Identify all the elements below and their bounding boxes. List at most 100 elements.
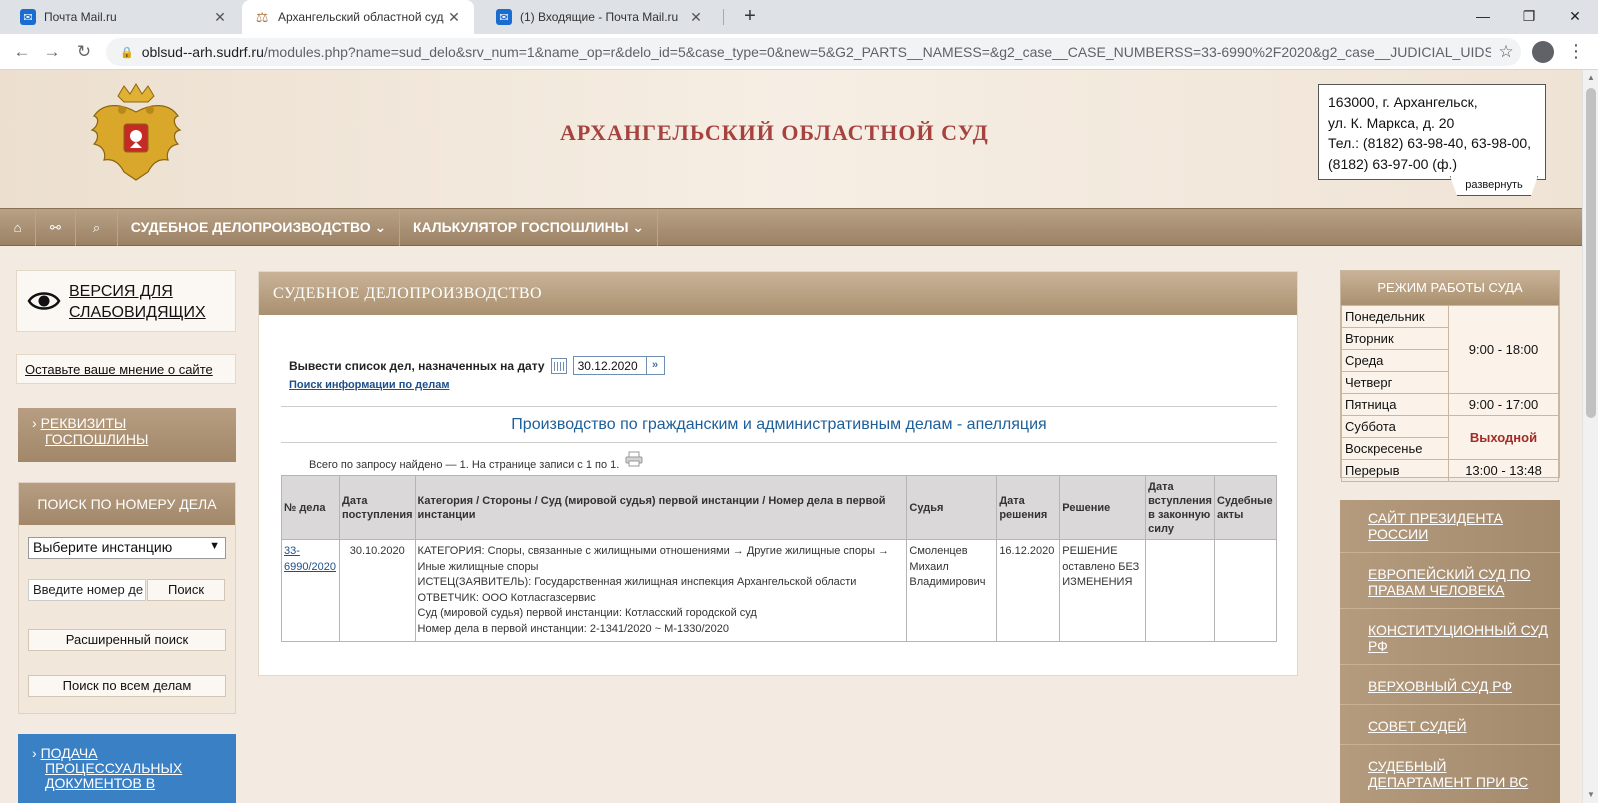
- case-number-link[interactable]: 33-6990/2020: [281, 539, 340, 642]
- back-button[interactable]: ←: [10, 40, 34, 64]
- search-icon[interactable]: ⌕: [76, 209, 118, 246]
- friday-hours: 9:00 - 17:00: [1448, 393, 1559, 416]
- nav-fee-calculator[interactable]: КАЛЬКУЛЯТОР ГОСПОШЛИНЫ ⌄: [400, 209, 658, 246]
- column-header: Категория / Стороны / Суд (мировой судья…: [414, 475, 908, 540]
- link-president[interactable]: САЙТ ПРЕЗИДЕНТА РОССИИ: [1368, 510, 1548, 542]
- divider: [1340, 744, 1560, 745]
- tab-title: Архангельский областной суд: [278, 10, 444, 24]
- weekday-hours: 9:00 - 18:00: [1448, 305, 1559, 394]
- tab-mail[interactable]: ✉ Почта Mail.ru ✕: [8, 0, 240, 34]
- page-scrollbar[interactable]: ▲ ▼: [1582, 70, 1598, 803]
- main-navigation: ⌂ ⚯ ⌕ СУДЕБНОЕ ДЕЛОПРОИЗВОДСТВО ⌄ КАЛЬКУ…: [0, 208, 1582, 246]
- page-viewport: АРХАНГЕЛЬСКИЙ ОБЛАСТНОЙ СУД 163000, г. А…: [0, 70, 1582, 803]
- schedule-row: Пятница 9:00 - 17:00: [1341, 393, 1559, 416]
- case-info-search-link[interactable]: Поиск информации по делам: [289, 379, 449, 391]
- column-header: Решение: [1059, 475, 1147, 540]
- link-echr[interactable]: ЕВРОПЕЙСКИЙ СУД ПО ПРАВАМ ЧЕЛОВЕКА: [1368, 566, 1548, 598]
- submit-documents-line: › ПОДАЧА: [32, 745, 98, 761]
- search-all-cases-button[interactable]: Поиск по всем делам: [28, 675, 226, 697]
- menu-kebab-icon[interactable]: ⋮: [1566, 40, 1586, 62]
- lock-icon: 🔒: [120, 46, 134, 59]
- tab-title: (1) Входящие - Почта Mail.ru: [520, 10, 679, 24]
- column-header: № дела: [281, 475, 340, 540]
- case-number-input[interactable]: Введите номер де: [28, 579, 146, 601]
- address-line: ул. К. Маркса, д. 20: [1328, 114, 1455, 131]
- break-hours: 13:00 - 13:48: [1448, 459, 1559, 482]
- close-icon[interactable]: ✕: [688, 9, 704, 26]
- profile-avatar-icon[interactable]: [1532, 41, 1554, 63]
- schedule-row: Суббота Выходной: [1341, 415, 1559, 460]
- received-date: 30.10.2020: [338, 539, 416, 642]
- divider: [1340, 608, 1560, 609]
- decision-text: РЕШЕНИЕ оставлено БЕЗ ИЗМЕНЕНИЯ: [1059, 539, 1147, 642]
- judge-name: Смоленцев Михаил Владимирович: [906, 539, 998, 642]
- effective-date: [1145, 539, 1215, 642]
- mail-icon: ✉: [496, 9, 512, 25]
- cases-table: № дела Дата поступления Категория / Стор…: [281, 475, 1278, 642]
- schedule-row: Понедельник 9:00 - 18:00: [1341, 305, 1559, 394]
- schedule-row: Перерыв 13:00 - 13:48: [1341, 459, 1559, 482]
- home-icon[interactable]: ⌂: [0, 209, 36, 246]
- weekend-status: Выходной: [1448, 415, 1559, 460]
- fee-requisites-text: РЕКВИЗИТЫ: [40, 415, 127, 431]
- scroll-up-icon[interactable]: ▲: [1583, 70, 1598, 86]
- bookmark-star-icon[interactable]: ☆: [1491, 42, 1521, 62]
- new-tab-button[interactable]: +: [738, 5, 762, 29]
- sitemap-icon[interactable]: ⚯: [36, 209, 76, 246]
- case-detail-line: ИСТЕЦ(ЗАЯВИТЕЛЬ): Государственная жилищн…: [417, 576, 857, 588]
- advanced-search-button[interactable]: Расширенный поиск: [28, 629, 226, 651]
- court-title: АРХАНГЕЛЬСКИЙ ОБЛАСТНОЙ СУД: [560, 120, 989, 145]
- print-icon[interactable]: [625, 451, 643, 467]
- scrollbar-thumb[interactable]: [1586, 88, 1596, 418]
- column-header: Дата поступления: [338, 475, 416, 540]
- day-label: Перерыв: [1341, 459, 1449, 482]
- scroll-down-icon[interactable]: ▼: [1583, 787, 1598, 803]
- expand-contacts-button[interactable]: развернуть: [1450, 176, 1538, 196]
- case-search-button[interactable]: Поиск: [147, 579, 225, 601]
- close-icon[interactable]: ✕: [212, 9, 228, 26]
- case-number-search-panel: ПОИСК ПО НОМЕРУ ДЕЛА Выберите инстанцию …: [18, 482, 236, 714]
- link-judicial-department[interactable]: СУДЕБНЫЙ ДЕПАРТАМЕНТ ПРИ ВС: [1368, 758, 1548, 790]
- tab-court[interactable]: ⚖ Архангельский областной суд ✕: [242, 0, 474, 34]
- url-path: /modules.php?name=sud_delo&srv_num=1&nam…: [263, 44, 1491, 60]
- submit-documents-text: ПРОЦЕССУАЛЬНЫХ: [45, 760, 183, 776]
- day-label: Вторник: [1341, 327, 1449, 350]
- submit-documents-link[interactable]: › ПОДАЧА ПРОЦЕССУАЛЬНЫХ ДОКУМЕНТОВ В: [18, 734, 236, 803]
- results-count: Всего по запросу найдено — 1. На страниц…: [309, 459, 620, 471]
- tab-separator: [723, 9, 724, 25]
- low-vision-version-button[interactable]: ВЕРСИЯ ДЛЯ СЛАБОВИДЯЩИХ: [16, 270, 236, 332]
- calendar-icon[interactable]: [550, 357, 567, 374]
- minimize-button[interactable]: —: [1460, 0, 1506, 34]
- submit-documents-line: ДОКУМЕНТОВ В: [32, 776, 228, 791]
- maximize-button[interactable]: ❐: [1506, 0, 1552, 34]
- close-window-button[interactable]: ✕: [1552, 0, 1598, 34]
- nav-court-proceedings[interactable]: СУДЕБНОЕ ДЕЛОПРОИЗВОДСТВО ⌄: [118, 209, 400, 246]
- submit-documents-line: ПРОЦЕССУАЛЬНЫХ: [32, 761, 228, 776]
- url-host: oblsud--arh.sudrf.ru: [141, 44, 264, 60]
- link-constitutional-court[interactable]: КОНСТИТУЦИОННЫЙ СУД РФ: [1368, 622, 1548, 654]
- address-bar: ← → ↻ 🔒 oblsud--arh.sudrf.ru/modules.php…: [0, 34, 1598, 70]
- feedback-link[interactable]: Оставьте ваше мнение о сайте: [16, 354, 236, 384]
- day-label: Воскресенье: [1341, 437, 1449, 460]
- date-input[interactable]: 30.12.2020: [572, 356, 647, 375]
- close-icon[interactable]: ✕: [446, 9, 462, 26]
- url-input[interactable]: 🔒 oblsud--arh.sudrf.ru/modules.php?name=…: [106, 38, 1521, 66]
- fee-requisites-link[interactable]: › РЕКВИЗИТЫ ГОСПОШЛИНЫ: [18, 408, 236, 462]
- link-judges-council[interactable]: СОВЕТ СУДЕЙ: [1368, 718, 1548, 734]
- column-header: Судья: [906, 475, 998, 540]
- schedule-table: Понедельник 9:00 - 18:00 Вторник Среда Че…: [1341, 305, 1559, 482]
- decision-date: 16.12.2020: [996, 539, 1061, 642]
- reload-button[interactable]: ↻: [72, 40, 96, 64]
- divider: [1340, 704, 1560, 705]
- site-header: АРХАНГЕЛЬСКИЙ ОБЛАСТНОЙ СУД 163000, г. А…: [0, 70, 1582, 208]
- forward-button[interactable]: →: [40, 40, 64, 64]
- link-supreme-court[interactable]: ВЕРХОВНЫЙ СУД РФ: [1368, 678, 1548, 694]
- scales-icon: ⚖: [255, 8, 269, 25]
- case-detail-line: ОТВЕТЧИК: ООО Котласгазсервис: [417, 591, 596, 604]
- column-header: Судебные акты: [1213, 475, 1278, 540]
- low-vision-label: ВЕРСИЯ ДЛЯ СЛАБОВИДЯЩИХ: [69, 281, 206, 323]
- date-filter: Вывести список дел, назначенных на дату …: [289, 356, 665, 375]
- tab-inbox[interactable]: ✉ (1) Входящие - Почта Mail.ru ✕: [484, 0, 716, 34]
- instance-select[interactable]: Выберите инстанцию ▼: [28, 537, 226, 559]
- apply-date-icon[interactable]: »: [646, 356, 665, 375]
